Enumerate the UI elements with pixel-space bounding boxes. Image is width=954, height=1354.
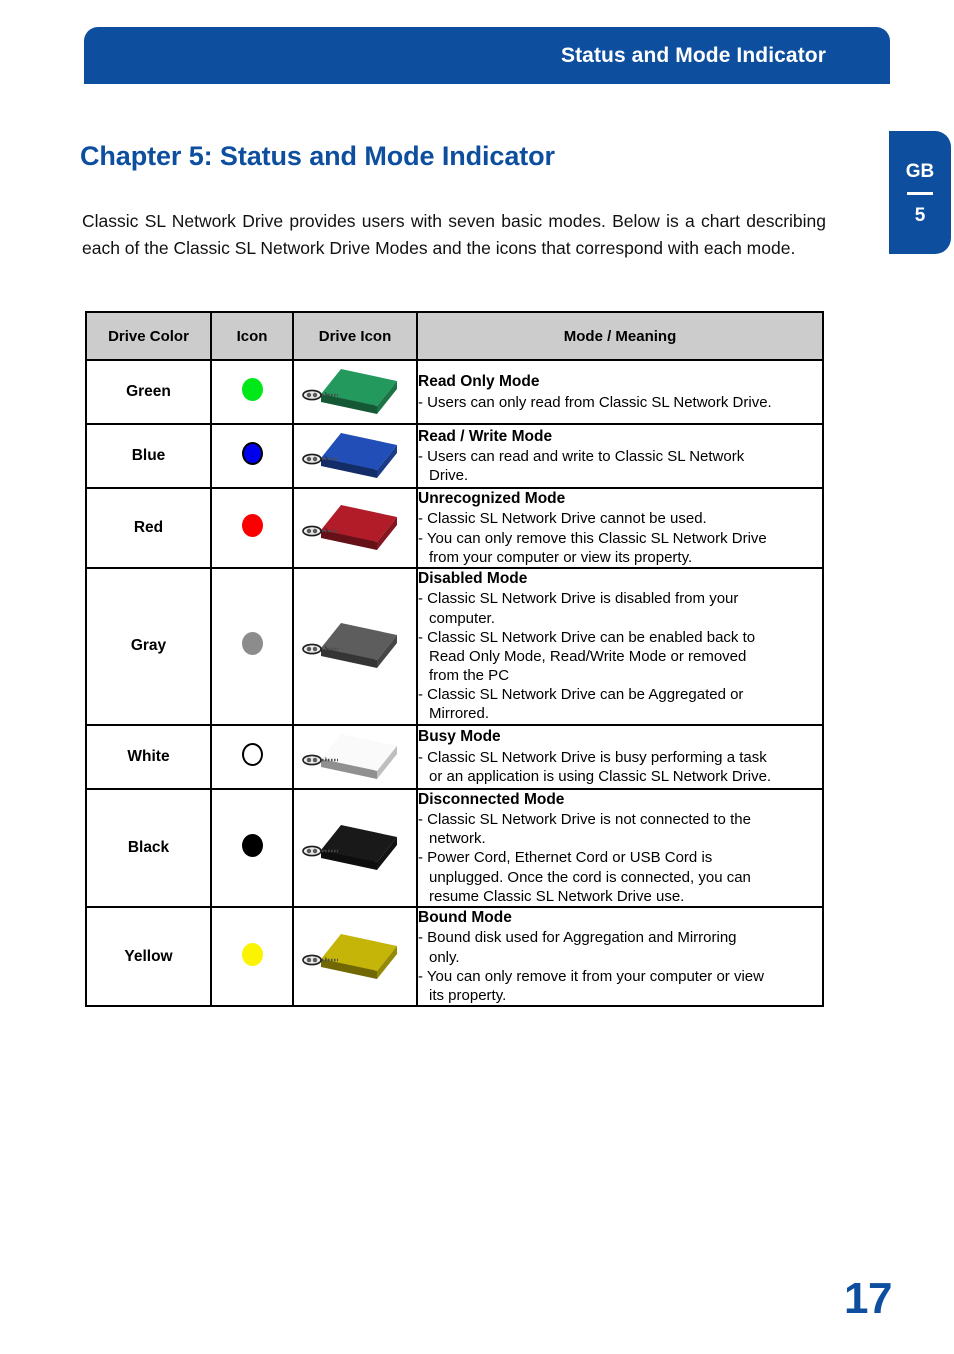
cell-led-icon — [210, 487, 294, 569]
drive-thumbnail-svg — [302, 504, 397, 550]
cell-led-icon — [210, 423, 294, 489]
mode-name: Disabled Mode — [418, 569, 528, 587]
cell-drive-color: Gray — [85, 566, 212, 726]
drive-color-label: Green — [126, 383, 171, 400]
table-row: Green Read Only Mode - Users can only read… — [85, 359, 824, 425]
cell-mode-meaning: Read Only Mode - Users can only read from… — [416, 359, 824, 425]
led-black-icon — [241, 833, 263, 857]
table-header-row: Drive Color Icon Drive Icon Mode / Meani… — [85, 311, 824, 361]
cell-drive-color: Yellow — [85, 905, 212, 1008]
column-header-mode-meaning: Mode / Meaning — [416, 311, 824, 361]
tab-divider — [907, 192, 933, 195]
cell-drive-thumbnail — [292, 487, 418, 569]
mode-description-line: - Bound disk used for Aggregation and Mi… — [418, 929, 737, 966]
led-blue-icon — [241, 442, 263, 465]
drive-thumbnail-svg — [302, 369, 397, 414]
chapter-number: 5 — [914, 205, 926, 226]
cell-led-icon — [210, 723, 294, 790]
mode-description-line: - Power Cord, Ethernet Cord or USB Cord … — [418, 849, 751, 905]
drive-thumbnail-svg — [302, 433, 397, 478]
led-green-icon — [241, 378, 263, 401]
table-row: Black Disconnected Mode - Classic SL Netwo… — [85, 787, 824, 908]
table-row: Blue Read / Write Mode - Users can read an… — [85, 423, 824, 489]
drive-color-label: Black — [127, 838, 170, 856]
cell-mode-meaning: Busy Mode - Classic SL Network Drive is b… — [416, 723, 824, 790]
mode-description-line: - Classic SL Network Drive can be enable… — [418, 628, 756, 685]
drive-color-label: Blue — [131, 447, 166, 464]
cell-drive-color: Blue — [85, 423, 212, 489]
mode-description-line: - Users can read and write to Classic SL… — [418, 448, 745, 485]
cell-drive-thumbnail — [292, 723, 418, 790]
table-row: Yellow Bound Mode - Bound disk used for Ag… — [85, 905, 824, 1008]
running-head-title: Status and Mode Indicator — [560, 43, 826, 67]
drive-thumbnail-svg — [302, 824, 397, 870]
drive-color-label: Gray — [130, 637, 167, 655]
mode-description-line: - Classic SL Network Drive cannot be use… — [418, 510, 707, 528]
mode-name: Read / Write Mode — [418, 427, 553, 445]
cell-drive-color: Red — [85, 487, 212, 569]
cell-mode-meaning: Disabled Mode - Classic SL Network Drive … — [416, 566, 824, 726]
cell-drive-color: Black — [85, 787, 212, 908]
cell-mode-meaning: Read / Write Mode - Users can read and wr… — [416, 423, 824, 489]
cell-drive-thumbnail — [292, 787, 418, 908]
mode-description-line: - Users can only read from Classic SL Ne… — [418, 393, 772, 411]
running-head-bar: Status and Mode Indicator — [84, 27, 890, 84]
page-title: Chapter 5: Status and Mode Indicator — [80, 141, 555, 172]
mode-name: Unrecognized Mode — [418, 490, 566, 507]
drive-thumbnail-svg — [302, 933, 397, 979]
table-row: Red Unrecognized Mode - Classic SL Network… — [85, 487, 824, 569]
cell-led-icon — [210, 905, 294, 1008]
cell-led-icon — [210, 787, 294, 908]
table-body: Green Read Only Mode - Users can only read… — [85, 359, 824, 1008]
cell-led-icon — [210, 359, 294, 425]
drive-thumbnail-svg — [302, 623, 397, 669]
table-row: Gray Disabled Mode - Classic SL Network Dr… — [85, 566, 824, 726]
cell-drive-color: White — [85, 723, 212, 790]
intro-paragraph: Classic SL Network Drive provides users … — [82, 210, 826, 258]
mode-description-line: - Classic SL Network Drive is not connec… — [418, 811, 751, 848]
chapter-thumb-tab: GB 5 — [889, 131, 951, 254]
column-header-drive-color: Drive Color — [85, 311, 212, 361]
column-header-drive-icon: Drive Icon — [292, 311, 418, 361]
language-code: GB — [905, 161, 935, 182]
drive-color-label: Yellow — [124, 947, 173, 965]
mode-description-line: - Classic SL Network Drive can be Aggreg… — [418, 686, 744, 723]
mode-name: Disconnected Mode — [418, 790, 565, 808]
cell-mode-meaning: Bound Mode - Bound disk used for Aggregat… — [416, 905, 824, 1008]
led-white-icon — [241, 742, 263, 766]
mode-description-line: - Classic SL Network Drive is busy perfo… — [418, 748, 772, 785]
cell-drive-thumbnail — [292, 423, 418, 489]
mode-name: Busy Mode — [418, 728, 501, 746]
page-number: 17 — [844, 1274, 892, 1323]
cell-led-icon — [210, 566, 294, 726]
cell-drive-color: Green — [85, 359, 212, 425]
column-header-icon: Icon — [210, 311, 294, 361]
cell-drive-thumbnail — [292, 905, 418, 1008]
mode-name: Read Only Mode — [418, 373, 540, 391]
status-mode-table: Drive Color Icon Drive Icon Mode / Meani… — [85, 311, 824, 1008]
mode-description-line: - You can only remove this Classic SL Ne… — [418, 529, 767, 566]
mode-description-line: - You can only remove it from your compu… — [418, 967, 764, 1004]
led-gray-icon — [241, 632, 263, 656]
cell-drive-thumbnail — [292, 566, 418, 726]
table-row: White Busy Mode - Classic SL Network Drive… — [85, 723, 824, 790]
led-red-icon — [241, 513, 263, 537]
led-yellow-icon — [241, 942, 263, 966]
cell-mode-meaning: Disconnected Mode - Classic SL Network Dr… — [416, 787, 824, 908]
cell-mode-meaning: Unrecognized Mode - Classic SL Network Dr… — [416, 487, 824, 569]
drive-color-label: Red — [133, 518, 164, 536]
mode-description-line: - Classic SL Network Drive is disabled f… — [418, 590, 739, 627]
drive-color-label: White — [127, 747, 170, 765]
mode-name: Bound Mode — [418, 908, 512, 926]
cell-drive-thumbnail — [292, 359, 418, 425]
drive-thumbnail-svg — [302, 733, 397, 779]
